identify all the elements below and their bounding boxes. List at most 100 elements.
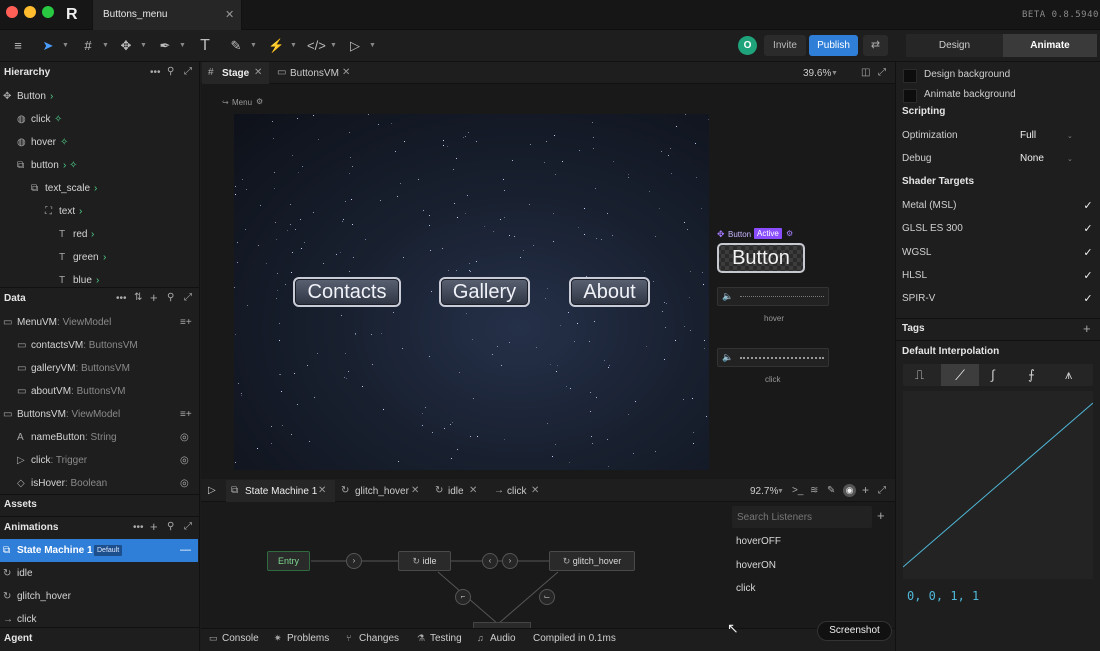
bind-icon[interactable]: ◎ xyxy=(180,426,189,449)
transition-right-icon[interactable]: › xyxy=(502,553,518,569)
chevron-down-icon[interactable]: ▼ xyxy=(290,42,297,49)
hierarchy-item[interactable]: ✥ Button xyxy=(0,85,200,108)
hierarchy-item-suffix[interactable]: ✧ xyxy=(60,131,68,154)
hierarchy-item-suffix[interactable]: › xyxy=(79,200,82,223)
search-listeners-input[interactable]: Search Listeners xyxy=(732,506,872,528)
minimize-window-button[interactable] xyxy=(24,6,36,18)
bind-icon[interactable]: ◎ xyxy=(180,472,189,495)
hover-input-slider[interactable]: 🔈 xyxy=(717,287,829,306)
checkbox-checked-icon[interactable]: ✓ xyxy=(1081,222,1095,236)
console-tab[interactable]: Console xyxy=(222,633,259,644)
search-icon[interactable]: ⚲ xyxy=(167,521,174,532)
listener-item[interactable]: hoverOFF xyxy=(736,536,781,547)
hierarchy-item[interactable]: Tgreen xyxy=(0,246,200,269)
chevron-down-icon[interactable]: ▼ xyxy=(777,488,784,495)
component-name[interactable]: Button xyxy=(728,230,751,239)
tab-idle[interactable]: ↻ idle ✕ xyxy=(434,480,484,502)
search-icon[interactable]: ⚲ xyxy=(167,292,174,303)
data-item[interactable]: ▭ MenuVM: ViewModel ≡+ xyxy=(0,311,200,334)
select-tool-icon[interactable]: ➤ xyxy=(40,38,56,54)
more-icon[interactable]: ••• xyxy=(116,293,127,304)
gallery-button[interactable]: Gallery xyxy=(439,277,530,307)
checkbox-checked-icon[interactable]: ✓ xyxy=(1081,269,1095,283)
artboard-canvas[interactable]: Contacts Gallery About xyxy=(234,114,709,470)
chevron-down-icon[interactable]: ▼ xyxy=(140,42,147,49)
component-preview-button[interactable]: Button xyxy=(717,243,805,273)
add-tag-icon[interactable]: + xyxy=(1083,321,1091,336)
data-item[interactable]: ▭ galleryVM: ButtonsVM xyxy=(0,357,200,380)
close-tab-icon[interactable]: ✕ xyxy=(225,8,234,21)
search-icon[interactable]: ⚲ xyxy=(167,66,174,77)
artboard-settings-icon[interactable]: ⚙ xyxy=(256,97,263,106)
transition-arrow-icon[interactable]: › xyxy=(346,553,362,569)
stage-zoom-value[interactable]: 39.6% xyxy=(803,68,831,79)
invite-button[interactable]: Invite xyxy=(764,35,806,56)
sort-icon[interactable]: ⇅ xyxy=(134,292,142,303)
add-property-icon[interactable]: ≡+ xyxy=(180,311,192,334)
hierarchy-item[interactable]: Tred xyxy=(0,223,200,246)
close-tab-icon[interactable]: ✕ xyxy=(531,485,539,496)
glitch-hover-node[interactable]: ↻ glitch_hover xyxy=(549,551,635,571)
click-input-slider[interactable]: 🔈 xyxy=(717,348,829,367)
listener-icon[interactable]: ◉ xyxy=(843,484,856,497)
cubic-interpolation-icon[interactable]: ∫ xyxy=(991,367,995,382)
hierarchy-item[interactable]: ◍ hover xyxy=(0,131,200,154)
play-icon[interactable]: ▷ xyxy=(347,38,363,54)
swap-icon[interactable]: ⇄ xyxy=(863,35,888,56)
design-mode-tab[interactable]: Design xyxy=(906,34,1003,57)
problems-tab[interactable]: Problems xyxy=(287,633,329,644)
animation-item[interactable]: ↻ glitch_hover xyxy=(0,585,198,608)
checkbox-checked-icon[interactable]: ✓ xyxy=(1081,199,1095,213)
data-item[interactable]: ▭ aboutVM: ButtonsVM xyxy=(0,380,200,403)
idle-node[interactable]: ↻ idle xyxy=(398,551,451,571)
interpolation-curve-graph[interactable] xyxy=(903,391,1093,579)
animation-item-selected[interactable]: ⧉ State Machine 1 Default — xyxy=(0,539,198,562)
transition-icon[interactable]: ⌙ xyxy=(539,589,555,605)
chevron-down-icon[interactable]: ▼ xyxy=(330,42,337,49)
listener-item[interactable]: click xyxy=(736,583,755,594)
hierarchy-item[interactable]: ⛶ text xyxy=(0,200,200,223)
state-machine-zoom-value[interactable]: 92.7% xyxy=(750,486,778,497)
chevron-down-icon[interactable]: ▼ xyxy=(831,70,838,77)
data-item[interactable]: ◇ isHover: Boolean ◎ xyxy=(0,472,200,495)
text-tool-icon[interactable]: T xyxy=(197,38,213,54)
hamburger-menu-icon[interactable]: ≡ xyxy=(10,38,26,54)
changes-tab[interactable]: Changes xyxy=(359,633,399,644)
close-window-button[interactable] xyxy=(6,6,18,18)
debug-select[interactable]: None ⌄ xyxy=(1015,151,1079,167)
tab-stage[interactable]: # Stage ✕ xyxy=(202,62,269,84)
add-icon[interactable]: + xyxy=(150,519,158,534)
tab-glitch-hover[interactable]: ↻ glitch_hover ✕ xyxy=(340,480,426,502)
listener-item[interactable]: hoverON xyxy=(736,560,776,571)
animation-item[interactable]: ↻ idle xyxy=(0,562,198,585)
rive-logo-icon[interactable]: R xyxy=(66,6,82,24)
pen-tool-icon[interactable]: ✒ xyxy=(157,38,173,54)
chevron-down-icon[interactable]: ▼ xyxy=(179,42,186,49)
hierarchy-item-suffix[interactable]: › xyxy=(91,223,94,246)
chevron-down-icon[interactable]: ▼ xyxy=(62,42,69,49)
data-item[interactable]: ▷ click: Trigger ◎ xyxy=(0,449,200,472)
elastic-interpolation-icon[interactable]: ⩚ xyxy=(1065,367,1072,383)
data-item[interactable]: ▭ ButtonsVM: ViewModel ≡+ xyxy=(0,403,200,426)
hierarchy-item-suffix[interactable]: ✧ xyxy=(54,108,62,131)
frame-tool-icon[interactable]: # xyxy=(80,38,96,54)
more-icon[interactable]: ••• xyxy=(150,67,161,78)
zoom-window-button[interactable] xyxy=(42,6,54,18)
add-listener-icon[interactable]: + xyxy=(877,508,885,523)
chevron-down-icon[interactable]: ▼ xyxy=(369,42,376,49)
hierarchy-item[interactable]: ◍ click xyxy=(0,108,200,131)
expand-icon[interactable]: ⤢ xyxy=(184,66,192,77)
expand-icon[interactable]: ⤢ xyxy=(184,292,192,303)
assets-title[interactable]: Assets xyxy=(0,494,200,516)
expand-icon[interactable]: ⤢ xyxy=(878,67,886,78)
about-button[interactable]: About xyxy=(569,277,650,307)
contacts-button[interactable]: Contacts xyxy=(293,277,401,307)
bind-icon[interactable]: ◎ xyxy=(180,449,189,472)
expand-icon[interactable]: ⤢ xyxy=(184,521,192,532)
terminal-icon[interactable]: >_ xyxy=(792,485,803,496)
audio-tab[interactable]: Audio xyxy=(490,633,516,644)
optimization-select[interactable]: Full ⌄ xyxy=(1015,128,1079,144)
hierarchy-item-suffix[interactable]: › xyxy=(94,177,97,200)
chevron-down-icon[interactable]: ▼ xyxy=(102,42,109,49)
play-icon[interactable]: ▷ xyxy=(208,480,216,502)
